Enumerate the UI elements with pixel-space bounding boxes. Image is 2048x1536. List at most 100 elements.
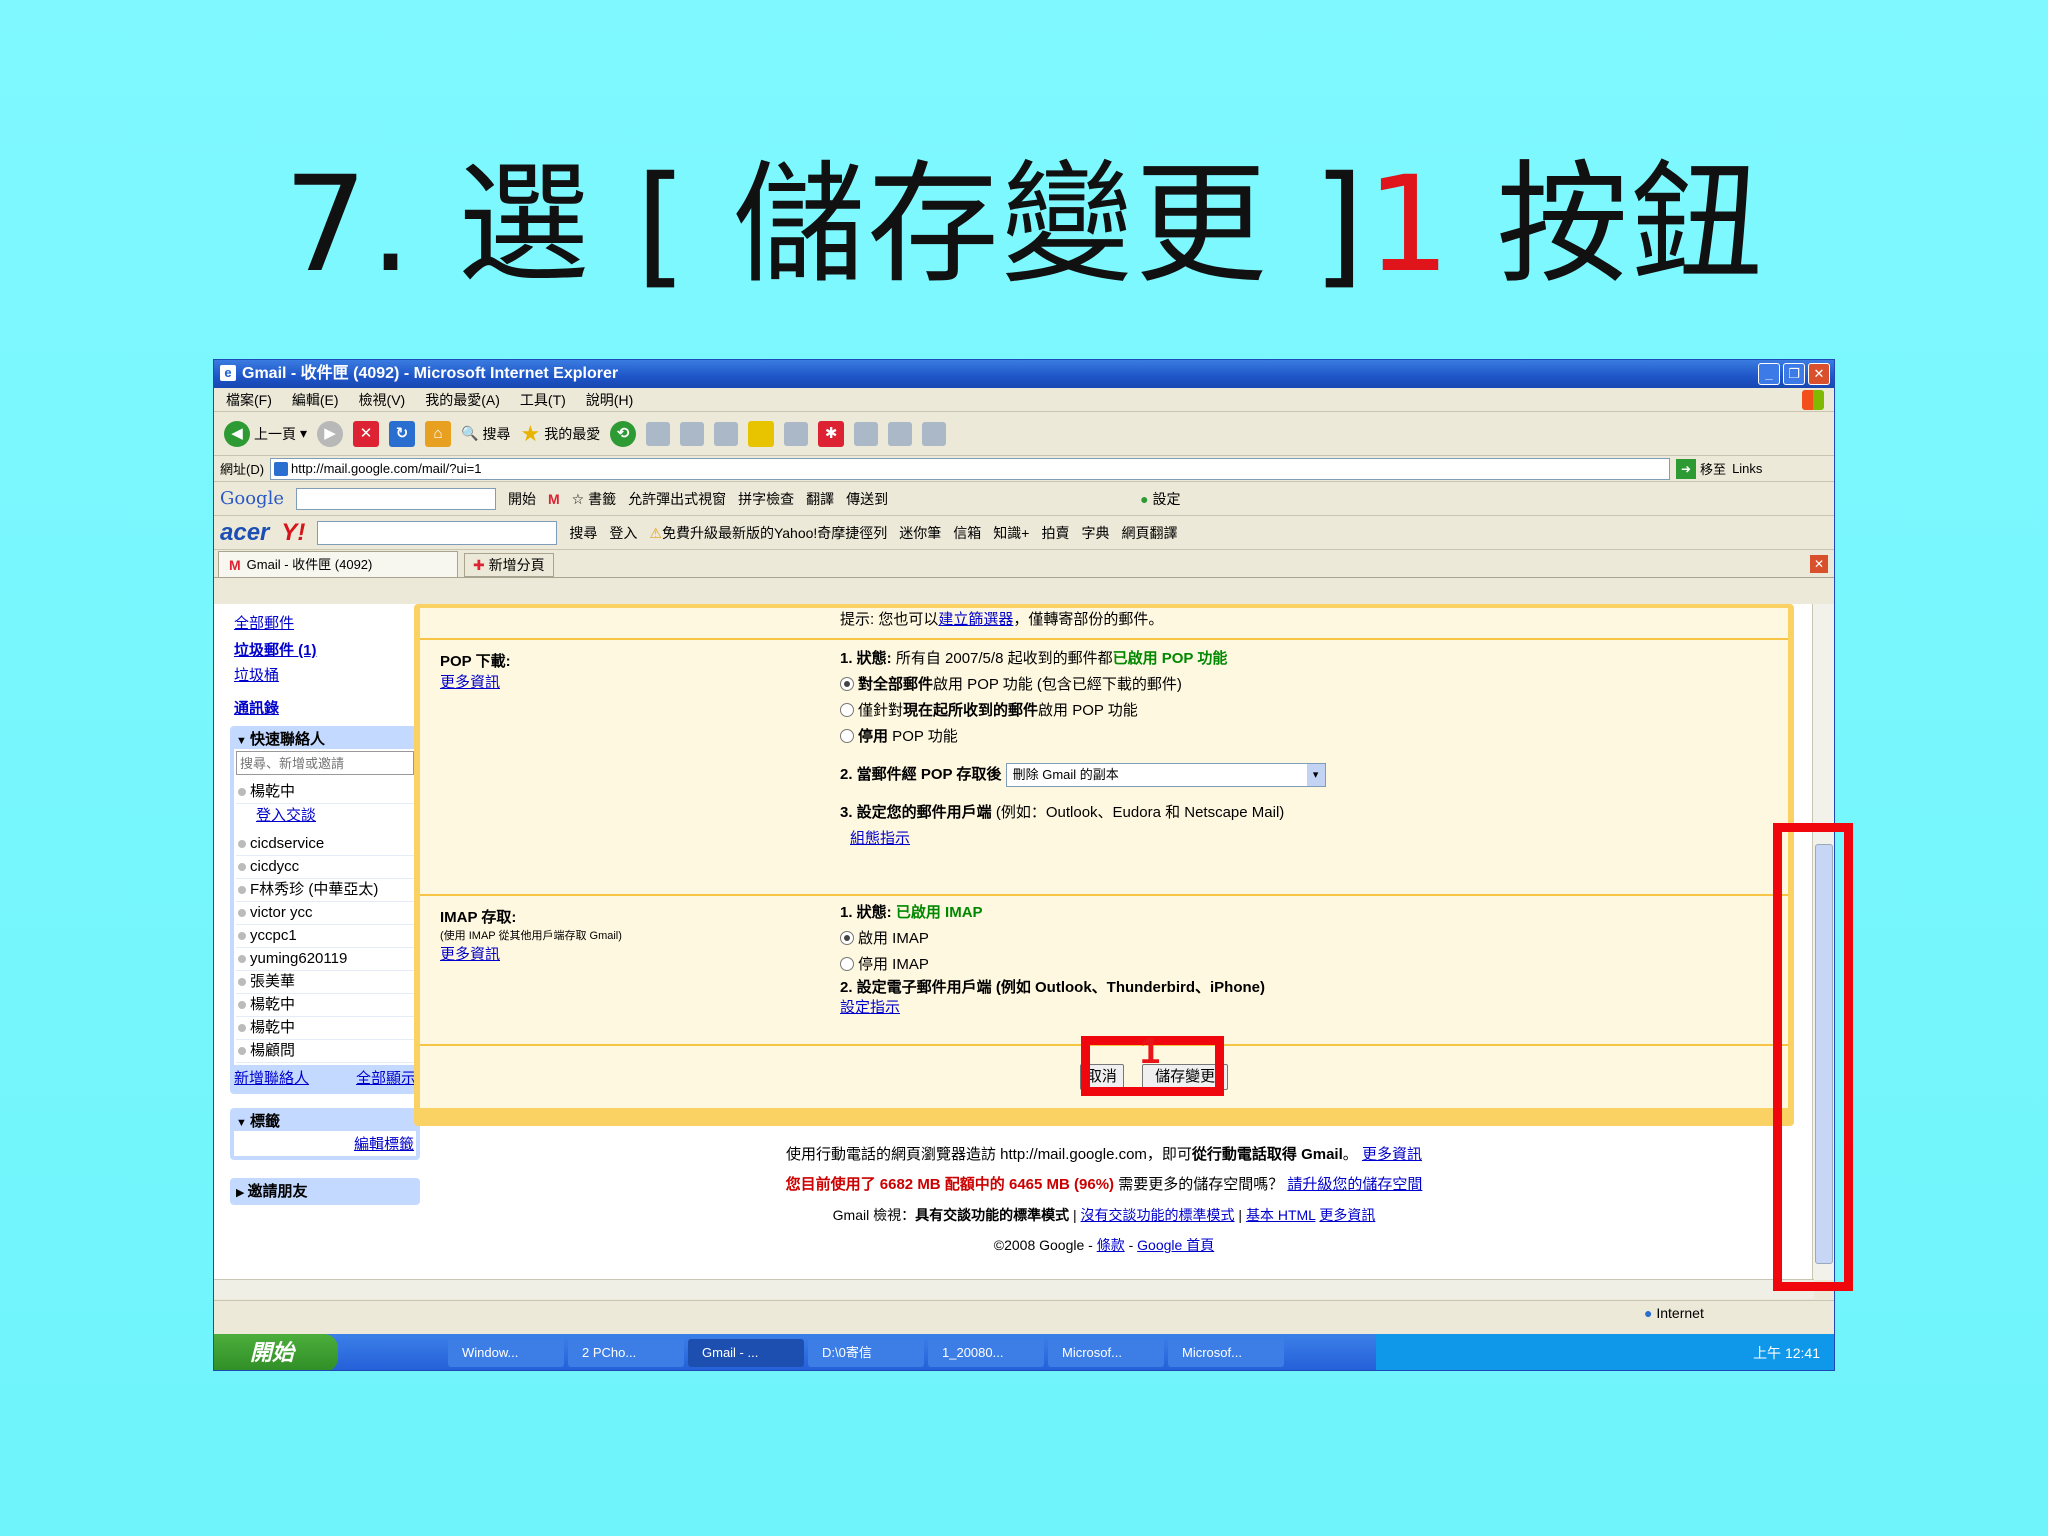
terms-link[interactable]: 條款 [1097,1237,1125,1253]
edit-labels-link[interactable]: 編輯標籤 [240,1133,414,1154]
menu-view[interactable]: 檢視(V) [359,388,406,411]
contact-item[interactable]: 楊顧問 [236,1040,414,1063]
view-more-info-link[interactable]: 更多資訊 [1319,1207,1375,1223]
history-icon[interactable]: ⟲ [610,420,637,447]
dictionary-button[interactable]: 字典 [1081,523,1109,543]
task-pchome[interactable]: 2 PCho... [568,1339,684,1367]
labels-header[interactable]: 標籤 [234,1110,416,1131]
stop-icon[interactable]: ✕ [353,420,380,447]
messenger-icon[interactable] [854,421,879,446]
knowledge-button[interactable]: 知識+ [993,523,1029,543]
basic-html-link[interactable]: 基本 HTML [1246,1207,1315,1223]
favorites-button[interactable]: ★ 我的最愛 [520,421,600,447]
contact-item[interactable]: 楊乾中 [236,994,414,1017]
mail-icon[interactable] [646,421,671,446]
app-icon[interactable] [888,421,913,446]
task-file[interactable]: 1_20080... [928,1339,1044,1367]
tool-icon[interactable]: ✱ [818,420,845,447]
translate-button[interactable]: 翻譯 [806,489,834,509]
task-powerpoint[interactable]: Microsof... [1168,1339,1284,1367]
yahoo-search-button[interactable]: 搜尋 [569,523,597,543]
address-input[interactable]: http://mail.google.com/mail/?ui=1 [270,457,1671,480]
create-filter-link[interactable]: 建立篩選器 [938,611,1013,628]
notes-icon[interactable] [748,420,775,447]
yahoo-search-input[interactable] [317,520,558,545]
yahoo-login-button[interactable]: 登入 [609,523,637,543]
contact-item[interactable]: 楊乾中 [236,1017,414,1040]
yahoo-mail-button[interactable]: 信箱 [953,523,981,543]
imap-option-disable[interactable]: 停用 IMAP [840,952,1265,978]
gmail-icon[interactable]: M [548,491,560,507]
search-button[interactable]: 🔍 搜尋 [461,424,510,444]
pop-option-disable[interactable]: 停用 POP 功能 [840,724,1326,750]
close-tab-icon[interactable]: ✕ [1810,555,1828,573]
google-settings-button[interactable]: ● 設定 [1140,489,1180,509]
imap-option-enable[interactable]: 啟用 IMAP [840,926,1265,952]
horizontal-scrollbar[interactable] [214,1279,1814,1299]
task-folder[interactable]: D:\0寄信 [808,1339,924,1367]
popup-blocker-button[interactable]: 允許彈出式視窗 [628,489,726,509]
radio-pop-from-now[interactable] [840,703,854,717]
print-icon[interactable] [680,421,705,446]
home-icon[interactable]: ⌂ [425,420,452,447]
forward-arrow-icon[interactable]: ▶ [317,420,344,447]
trash-link[interactable]: 垃圾桶 [234,664,420,685]
links-button[interactable]: Links [1732,461,1762,476]
auction-button[interactable]: 拍賣 [1041,523,1069,543]
google-home-link[interactable]: Google 首頁 [1137,1237,1214,1253]
contact-item[interactable]: cicdycc [236,856,414,879]
research-icon[interactable] [784,421,809,446]
contact-item[interactable]: F林秀珍 (中華亞太) [236,879,414,902]
spam-link[interactable]: 垃圾郵件 (1) [234,639,420,660]
contact-item[interactable]: victor ycc [236,902,414,925]
imap-more-info-link[interactable]: 更多資訊 [440,946,500,963]
users-icon[interactable] [922,421,947,446]
show-all-link[interactable]: 全部顯示 [356,1067,416,1088]
pop-option-all[interactable]: 對全部郵件啟用 POP 功能 (包含已經下載的郵件) [840,672,1326,698]
radio-pop-all[interactable] [840,677,854,691]
new-tab-button[interactable]: ✚ 新增分頁 [464,553,554,577]
task-gmail[interactable]: Gmail - ... [688,1339,804,1367]
minimize-button[interactable]: _ [1758,363,1780,385]
upgrade-link[interactable]: ⚠免費升級最新版的Yahoo!奇摩捷徑列 [649,523,887,543]
config-instructions-link[interactable]: 組態指示 [850,830,910,847]
invite-header[interactable]: 邀請朋友 [234,1180,416,1201]
spellcheck-button[interactable]: 拼字檢查 [738,489,794,509]
pop-more-info-link[interactable]: 更多資訊 [440,674,500,691]
start-button[interactable]: 開始 [214,1334,338,1370]
task-excel[interactable]: Microsof... [1048,1339,1164,1367]
maximize-button[interactable]: ❐ [1783,363,1805,385]
close-button[interactable]: ✕ [1808,363,1830,385]
menu-edit[interactable]: 編輯(E) [292,388,339,411]
radio-imap-disable[interactable] [840,957,854,971]
menu-file[interactable]: 檔案(F) [226,388,272,411]
go-button[interactable]: ➜ 移至 [1676,458,1726,479]
menu-favorites[interactable]: 我的最愛(A) [425,388,500,411]
refresh-icon[interactable]: ↻ [389,420,416,447]
sendto-button[interactable]: 傳送到 [846,489,888,509]
edit-icon[interactable] [714,421,739,446]
standard-no-chat-link[interactable]: 沒有交談功能的標準模式 [1081,1207,1235,1223]
back-button[interactable]: ◀ 上一頁 ▾ [224,420,307,447]
upgrade-storage-link[interactable]: 請升級您的儲存空間 [1287,1176,1422,1193]
setup-instructions-link[interactable]: 設定指示 [840,999,900,1016]
radio-imap-enable[interactable] [840,931,854,945]
radio-pop-disable[interactable] [840,729,854,743]
pop-option-from-now[interactable]: 僅針對現在起所收到的郵件啟用 POP 功能 [840,698,1326,724]
quick-contact-search-input[interactable] [236,751,414,775]
pixnet-button[interactable]: 迷你筆 [899,523,941,543]
google-bookmarks-button[interactable]: ☆ 書籤 [572,489,616,509]
web-translate-button[interactable]: 網頁翻譯 [1121,523,1177,543]
tab-gmail[interactable]: M Gmail - 收件匣 (4092) [218,551,458,577]
menu-help[interactable]: 說明(H) [586,388,633,411]
contact-item[interactable]: cicdservice [236,833,414,856]
menu-tools[interactable]: 工具(T) [520,388,566,411]
all-mail-link[interactable]: 全部郵件 [234,612,420,633]
pop-action-select[interactable]: 刪除 Gmail 的副本 [1005,763,1326,788]
contacts-link[interactable]: 通訊錄 [234,697,420,718]
contact-item[interactable]: yuming620119 [236,948,414,971]
task-window[interactable]: Window... [448,1339,564,1367]
mobile-more-info-link[interactable]: 更多資訊 [1362,1146,1422,1163]
contact-item[interactable]: 張美華 [236,971,414,994]
chat-login-link[interactable]: 登入交談 [256,804,414,825]
